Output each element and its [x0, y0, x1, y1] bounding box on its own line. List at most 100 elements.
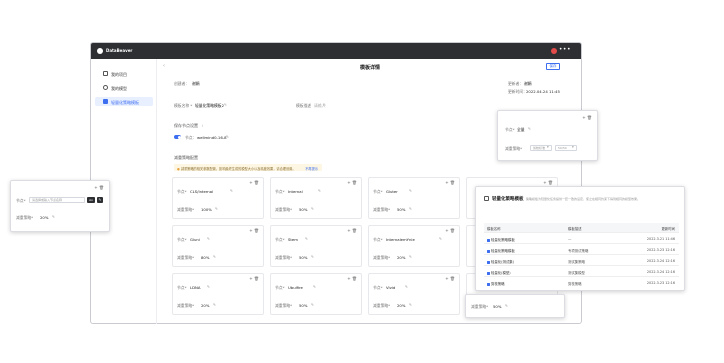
edit-icon[interactable]: ✎: [207, 237, 210, 241]
template-icon: [487, 238, 490, 242]
card-tools[interactable]: + 🗑: [582, 115, 592, 120]
edit-icon[interactable]: ✎: [311, 207, 314, 211]
sidebar-item-label: 轻量化策略模板: [111, 99, 139, 105]
updated-time-value: 2022.04.24 11:45: [526, 89, 560, 94]
card-tools[interactable]: + 🗑: [445, 228, 455, 233]
card-tools[interactable]: + 🗑: [347, 228, 357, 233]
updater-value: 谢娟: [524, 81, 532, 86]
card-target-value[interactable]: 50%: [397, 207, 405, 212]
edit-icon[interactable]: ✎: [409, 207, 412, 211]
card-name-value[interactable]: Vivid: [386, 285, 395, 290]
edit-icon[interactable]: ✎: [305, 237, 308, 241]
card-name-label: 节点*: [275, 285, 285, 290]
sidebar-item-projects[interactable]: 我的项目: [95, 69, 153, 78]
card-tools[interactable]: + 🗑: [445, 276, 455, 281]
card-name-value[interactable]: Stem: [288, 237, 298, 242]
strategy-card: + 🗑 节点* Gluter ✎ 减重策略* 50% ✎: [368, 177, 460, 219]
template-name-value[interactable]: 轻量化策略模板2: [195, 103, 224, 109]
edit-icon[interactable]: ✎: [215, 207, 218, 211]
table-row[interactable]: 轻量化策略模板 — 2022.3.21 11:46: [484, 234, 679, 244]
card-tools[interactable]: + 🗑: [249, 228, 259, 233]
edit-icon[interactable]: ✎: [207, 285, 210, 289]
edit-icon[interactable]: ✎: [409, 255, 412, 259]
save-button[interactable]: 保存: [546, 63, 560, 70]
card-target-value[interactable]: 20%: [397, 303, 405, 308]
table-row[interactable]: 轻量化策略模板 专项测试策略 2022.3.23 12:16: [484, 245, 679, 255]
notice-dismiss-link[interactable]: 不再提示: [305, 166, 318, 171]
record-icon[interactable]: [551, 48, 557, 54]
edit-icon[interactable]: ✎: [230, 189, 233, 193]
edit-icon[interactable]: ✎: [323, 103, 326, 107]
edit-icon[interactable]: ✎: [224, 103, 227, 107]
card-name-value[interactable]: Gluni: [190, 237, 200, 242]
node-settings-title: 保存节点设置: [174, 123, 198, 128]
card-target-label: 减重策略*: [275, 303, 293, 308]
card-target-value[interactable]: 100%: [201, 207, 212, 212]
template-icon: [103, 99, 108, 104]
card-tools[interactable]: + 🗑: [94, 185, 104, 190]
target-value[interactable]: 20%: [40, 215, 48, 220]
sidebar-item-models[interactable]: 我的模型: [95, 83, 153, 92]
row-desc: 专项测试策略: [568, 249, 589, 253]
pen-icon[interactable]: ✎: [97, 197, 103, 203]
edit-icon[interactable]: ✎: [528, 127, 531, 131]
card-name-value[interactable]: Ubulfire: [288, 285, 303, 290]
column-header: 更新时间: [661, 227, 675, 231]
target-value[interactable]: 50%: [493, 304, 501, 309]
card-target-value[interactable]: 50%: [299, 207, 307, 212]
card-name-value[interactable]: InternalemYnle: [386, 237, 415, 242]
edit-icon[interactable]: ✎: [405, 285, 408, 289]
card-tools[interactable]: + 🗑: [347, 180, 357, 185]
card-target-value[interactable]: 50%: [299, 303, 307, 308]
card-target-value[interactable]: 20%: [397, 255, 405, 260]
edit-icon[interactable]: ✎: [313, 285, 316, 289]
card-target-label: 减重策略*: [373, 255, 391, 260]
notice-text: 减重策略的相关参数配置，影响最终生成的模型大小以及精度效果，请合理设置。: [180, 166, 296, 171]
row-name-text: 轻量化策略模板: [491, 238, 515, 242]
popup-subtitle: 策略模板为轻量化任务提供一套一致的设定，使之在相同约束下得到相同的模型效果。: [526, 197, 641, 201]
chevron-down-icon[interactable]: ▾: [547, 145, 549, 149]
card-tools[interactable]: + 🗑: [543, 180, 553, 185]
card-name-value[interactable]: LDNA: [190, 285, 200, 290]
card-name-label: 节点*: [177, 189, 187, 194]
card-tools[interactable]: + 🗑: [347, 276, 357, 281]
edit-icon[interactable]: ✎: [318, 189, 321, 193]
chevron-down-icon[interactable]: ▾: [572, 145, 574, 149]
card-name-value[interactable]: Gluter: [386, 189, 398, 194]
edit-icon[interactable]: ✎: [226, 135, 229, 139]
table-row[interactable]: 剪枝策略 剪枝策略 2022.3.23 12:16: [484, 278, 679, 288]
row-desc: 测试集策略: [568, 260, 585, 264]
more-icon[interactable]: •••: [559, 46, 571, 53]
table-row[interactable]: 轻量化(模型) 测试集模型 2022.3.24 12:16: [484, 267, 679, 277]
card-target-label: 减重策略*: [177, 303, 195, 308]
node-toggle[interactable]: [174, 135, 181, 139]
template-icon: [487, 260, 490, 264]
table-row[interactable]: 轻量化(测试集) 测试集策略 2022.3.24 12:16: [484, 256, 679, 266]
card-tools[interactable]: + 🗑: [445, 180, 455, 185]
edit-icon[interactable]: ✎: [439, 237, 442, 241]
card-target-value[interactable]: 50%: [299, 255, 307, 260]
edit-icon[interactable]: ✎: [213, 255, 216, 259]
row-name-text: 轻量化(测试集): [491, 260, 514, 264]
updated-time-label: 更新时间：: [508, 89, 527, 94]
edit-icon[interactable]: ✎: [505, 304, 508, 308]
edit-icon[interactable]: ✎: [311, 303, 314, 307]
card-target-value[interactable]: 20%: [201, 303, 209, 308]
card-name-label: 节点*: [373, 237, 383, 242]
card-target-value[interactable]: 80%: [201, 255, 209, 260]
edit-icon[interactable]: ✎: [52, 215, 55, 219]
row-time: 2022.3.24 12:16: [646, 270, 675, 274]
edit-icon[interactable]: ✎: [409, 189, 412, 193]
sidebar-item-templates[interactable]: 轻量化策略模板: [95, 97, 153, 106]
row-time: 2022.3.23 12:16: [646, 281, 675, 285]
node-name-input[interactable]: 请选择或输入节点名称: [29, 197, 85, 203]
edit-icon[interactable]: ✎: [311, 255, 314, 259]
card-tools[interactable]: + 🗑: [249, 276, 259, 281]
node-name-value[interactable]: 全量: [517, 127, 525, 133]
card-name-value[interactable]: CLS/Internal: [190, 189, 213, 194]
edit-icon[interactable]: ✎: [213, 303, 216, 307]
edit-icon[interactable]: ✎: [409, 303, 412, 307]
card-tools[interactable]: + 🗑: [249, 180, 259, 185]
card-name-value[interactable]: Internal: [288, 189, 303, 194]
input-tag[interactable]: Ax: [87, 197, 95, 203]
